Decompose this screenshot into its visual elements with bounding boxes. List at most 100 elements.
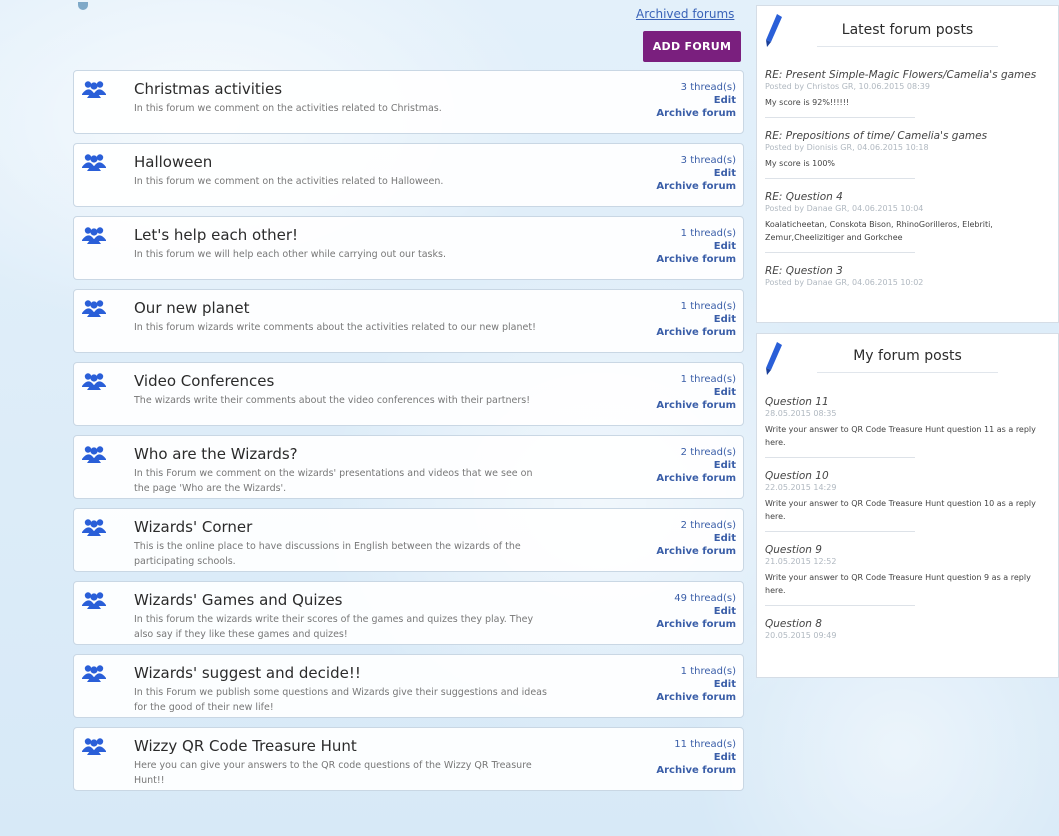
post-item: Question 10 22.05.2015 14:29 Write your …	[765, 470, 1052, 532]
post-meta: 22.05.2015 14:29	[765, 483, 837, 492]
forum-row[interactable]: Wizards' suggest and decide!! In this Fo…	[73, 654, 744, 718]
forum-description: In this forum the wizards write their sc…	[134, 614, 534, 640]
forum-archive-link[interactable]: Archive forum	[656, 692, 736, 703]
forum-row[interactable]: Wizards' Corner This is the online place…	[73, 508, 744, 572]
post-item: Question 11 28.05.2015 08:35 Write your …	[765, 396, 1052, 458]
forum-row[interactable]: Halloween In this forum we comment on th…	[73, 143, 744, 207]
forum-edit-link[interactable]: Edit	[714, 95, 736, 106]
post-title[interactable]: Question 11	[765, 396, 1052, 408]
post-title[interactable]: RE: Question 3	[765, 265, 1052, 277]
users-group-icon	[82, 300, 106, 317]
forum-description: Here you can give your answers to the QR…	[134, 760, 532, 786]
post-divider	[765, 117, 915, 118]
forum-title[interactable]: Wizards' Corner	[134, 518, 252, 536]
forum-title[interactable]: Our new planet	[134, 299, 250, 317]
post-meta: Posted by Dionisis GR, 04.06.2015 10:18	[765, 143, 929, 152]
post-title[interactable]: Question 8	[765, 618, 1052, 630]
forum-title[interactable]: Wizards' suggest and decide!!	[134, 664, 361, 682]
forum-archive-link[interactable]: Archive forum	[656, 254, 736, 265]
latest-forum-posts-panel: Latest forum posts RE: Present Simple-Ma…	[756, 5, 1059, 323]
forum-row[interactable]: Christmas activities In this forum we co…	[73, 70, 744, 134]
post-body: Write your answer to QR Code Treasure Hu…	[765, 499, 1036, 521]
forum-title[interactable]: Halloween	[134, 153, 212, 171]
forum-thread-count: 49 thread(s)	[674, 593, 736, 604]
forum-description: In this forum wizards write comments abo…	[134, 322, 536, 333]
forum-archive-link[interactable]: Archive forum	[656, 546, 736, 557]
users-group-icon	[82, 738, 106, 755]
post-divider	[765, 178, 915, 179]
forum-edit-link[interactable]: Edit	[714, 533, 736, 544]
post-meta: Posted by Danae GR, 04.06.2015 10:04	[765, 204, 924, 213]
forum-title[interactable]: Let's help each other!	[134, 226, 298, 244]
forum-thread-count: 1 thread(s)	[680, 666, 736, 677]
post-divider	[765, 605, 915, 606]
forum-edit-link[interactable]: Edit	[714, 606, 736, 617]
forum-description: In this forum we comment on the activiti…	[134, 103, 442, 114]
forum-edit-link[interactable]: Edit	[714, 460, 736, 471]
post-meta: 21.05.2015 12:52	[765, 557, 837, 566]
post-body: Write your answer to QR Code Treasure Hu…	[765, 573, 1031, 595]
forum-edit-link[interactable]: Edit	[714, 241, 736, 252]
users-group-icon	[82, 373, 106, 390]
forum-description: In this forum we comment on the activiti…	[134, 176, 444, 187]
users-group-icon	[82, 446, 106, 463]
forum-edit-link[interactable]: Edit	[714, 752, 736, 763]
post-meta: 20.05.2015 09:49	[765, 631, 837, 640]
forum-row[interactable]: Let's help each other! In this forum we …	[73, 216, 744, 280]
forum-edit-link[interactable]: Edit	[714, 168, 736, 179]
post-body: Write your answer to QR Code Treasure Hu…	[765, 425, 1036, 447]
post-title[interactable]: Question 10	[765, 470, 1052, 482]
forum-title[interactable]: Who are the Wizards?	[134, 445, 298, 463]
post-meta: 28.05.2015 08:35	[765, 409, 837, 418]
users-group-icon	[82, 665, 106, 682]
forum-row[interactable]: Video Conferences The wizards write thei…	[73, 362, 744, 426]
forum-title[interactable]: Video Conferences	[134, 372, 274, 390]
my-posts-title: My forum posts	[817, 348, 998, 373]
forum-description: In this forum we will help each other wh…	[134, 249, 446, 260]
my-posts-list: Question 11 28.05.2015 08:35 Write your …	[765, 396, 1052, 653]
forum-title[interactable]: Christmas activities	[134, 80, 282, 98]
archived-forums-link[interactable]: Archived forums	[636, 7, 734, 21]
post-body: Koalaticheetan, Conskota Bison, RhinoGor…	[765, 220, 993, 242]
forum-edit-link[interactable]: Edit	[714, 679, 736, 690]
pencil-icon	[766, 14, 782, 47]
forum-edit-link[interactable]: Edit	[714, 387, 736, 398]
forum-archive-link[interactable]: Archive forum	[656, 473, 736, 484]
forum-title[interactable]: Wizzy QR Code Treasure Hunt	[134, 737, 357, 755]
forum-archive-link[interactable]: Archive forum	[656, 400, 736, 411]
forum-row[interactable]: Wizards' Games and Quizes In this forum …	[73, 581, 744, 645]
latest-posts-title: Latest forum posts	[817, 22, 998, 47]
forum-archive-link[interactable]: Archive forum	[656, 181, 736, 192]
pencil-icon	[766, 342, 782, 375]
forum-title[interactable]: Wizards' Games and Quizes	[134, 591, 343, 609]
forum-description: This is the online place to have discuss…	[134, 541, 521, 567]
post-title[interactable]: RE: Prepositions of time/ Camelia's game…	[765, 130, 1052, 142]
post-meta: Posted by Danae GR, 04.06.2015 10:02	[765, 278, 924, 287]
forum-thread-count: 3 thread(s)	[680, 155, 736, 166]
forum-thread-count: 3 thread(s)	[680, 82, 736, 93]
forum-edit-link[interactable]: Edit	[714, 314, 736, 325]
add-forum-button[interactable]: ADD FORUM	[643, 31, 741, 62]
users-group-icon	[82, 519, 106, 536]
forum-row[interactable]: Who are the Wizards? In this Forum we co…	[73, 435, 744, 499]
post-item: RE: Present Simple-Magic Flowers/Camelia…	[765, 69, 1052, 118]
forum-thread-count: 2 thread(s)	[680, 520, 736, 531]
forum-thread-count: 1 thread(s)	[680, 374, 736, 385]
post-title[interactable]: RE: Present Simple-Magic Flowers/Camelia…	[765, 69, 1052, 81]
latest-posts-list: RE: Present Simple-Magic Flowers/Camelia…	[765, 69, 1052, 300]
post-divider	[765, 531, 915, 532]
forum-row[interactable]: Our new planet In this forum wizards wri…	[73, 289, 744, 353]
forum-list: Christmas activities In this forum we co…	[73, 70, 744, 800]
post-title[interactable]: RE: Question 4	[765, 191, 1052, 203]
forum-row[interactable]: Wizzy QR Code Treasure Hunt Here you can…	[73, 727, 744, 791]
forum-archive-link[interactable]: Archive forum	[656, 619, 736, 630]
my-forum-posts-panel: My forum posts Question 11 28.05.2015 08…	[756, 333, 1059, 678]
forum-archive-link[interactable]: Archive forum	[656, 765, 736, 776]
users-group-icon	[82, 154, 106, 171]
post-title[interactable]: Question 9	[765, 544, 1052, 556]
forum-thread-count: 1 thread(s)	[680, 228, 736, 239]
forum-archive-link[interactable]: Archive forum	[656, 327, 736, 338]
post-item: RE: Question 4 Posted by Danae GR, 04.06…	[765, 191, 1052, 253]
forum-archive-link[interactable]: Archive forum	[656, 108, 736, 119]
post-meta: Posted by Christos GR, 10.06.2015 08:39	[765, 82, 930, 91]
